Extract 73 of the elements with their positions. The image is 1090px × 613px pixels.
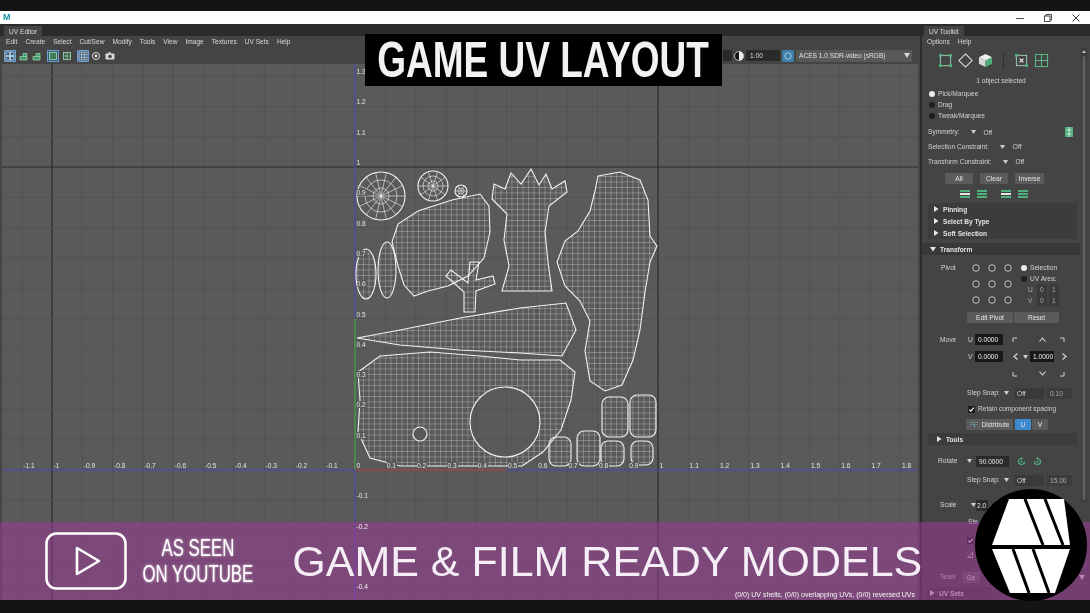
expand-arrow-icon[interactable] — [930, 246, 936, 252]
chevron-down-icon[interactable] — [1038, 371, 1046, 376]
expand-arrow-icon[interactable] — [933, 218, 939, 224]
uv-shell — [355, 248, 377, 300]
diamond-icon[interactable] — [958, 53, 973, 68]
caret-icon[interactable] — [1022, 354, 1028, 359]
stacked-bars-icon[interactable] — [977, 190, 987, 198]
rotate-icon[interactable] — [1033, 456, 1042, 466]
stacked-bars-icon[interactable] — [1018, 190, 1028, 198]
checkbox[interactable] — [967, 536, 974, 544]
grid-icon[interactable] — [76, 49, 89, 62]
youtube-caption: AS SEEN ON YOUTUBE — [141, 533, 255, 589]
grid-squares-icon[interactable] — [4, 49, 16, 62]
pivot-point[interactable] — [1004, 296, 1012, 304]
banner-headline: GAME & FILM READY MODELS — [292, 539, 923, 583]
checkbox[interactable] — [968, 405, 975, 413]
pivot-point[interactable] — [988, 264, 996, 272]
grid-icon[interactable] — [1034, 53, 1049, 68]
caret-icon[interactable] — [971, 503, 976, 507]
corner-icon[interactable] — [1059, 370, 1065, 377]
contrast-icon[interactable] — [734, 50, 744, 61]
caret-icon[interactable] — [1002, 159, 1008, 164]
dashed-lines-icon — [969, 421, 979, 427]
radio-button[interactable] — [929, 91, 935, 97]
caret-icon[interactable] — [1004, 391, 1009, 395]
chevron-up-icon[interactable] — [1038, 337, 1046, 342]
pivot-point[interactable] — [1004, 264, 1012, 272]
pivot-point[interactable] — [1004, 280, 1012, 288]
marquee-square-icon[interactable] — [938, 53, 953, 68]
cube-icon[interactable] — [978, 53, 993, 68]
stacked-bars-icon[interactable] — [960, 190, 970, 198]
expand-arrow-icon[interactable] — [933, 206, 939, 212]
chevron-left-icon[interactable] — [1012, 353, 1018, 360]
radio-button[interactable] — [1021, 264, 1027, 271]
camera-icon[interactable] — [103, 49, 116, 62]
close-icon[interactable] — [1072, 13, 1080, 22]
caret-icon[interactable] — [999, 144, 1005, 149]
corner-icon[interactable] — [1059, 336, 1065, 343]
ring-icon[interactable] — [782, 49, 794, 62]
radio-button[interactable] — [929, 112, 935, 119]
uv-shell — [630, 440, 654, 466]
title-banner: GAME UV LAYOUT — [365, 34, 722, 86]
pivot-point[interactable] — [972, 264, 980, 272]
target-icon[interactable] — [90, 49, 102, 62]
restore-icon[interactable] — [1044, 13, 1052, 22]
stacked-bars-icon[interactable] — [1001, 190, 1011, 198]
expand-arrow-icon[interactable] — [936, 436, 942, 442]
uv-shell — [600, 440, 625, 467]
caret-icon[interactable] — [967, 459, 972, 463]
dotted-square-icon[interactable] — [1014, 53, 1029, 68]
caret-icon[interactable] — [970, 130, 976, 134]
corner-icon[interactable] — [1012, 336, 1018, 343]
pivot-point[interactable] — [988, 296, 996, 304]
radio-button[interactable] — [1021, 275, 1027, 282]
chevron-right-icon[interactable] — [1062, 353, 1067, 360]
caret-icon[interactable] — [1079, 574, 1085, 580]
caret-icon[interactable] — [904, 53, 910, 58]
pivot-point[interactable] — [972, 280, 980, 288]
split-square-icon[interactable] — [60, 49, 73, 62]
rotate-icon[interactable] — [1017, 456, 1026, 466]
uv-shell — [629, 394, 657, 438]
corner-icon[interactable] — [1012, 370, 1018, 377]
caret-icon[interactable] — [1004, 478, 1009, 482]
radio-button[interactable] — [929, 102, 935, 108]
input-field[interactable] — [723, 50, 732, 61]
pivot-point[interactable] — [988, 280, 996, 288]
play-icon[interactable] — [45, 532, 127, 590]
pivot-point[interactable] — [972, 296, 980, 304]
square-icon[interactable] — [47, 49, 59, 62]
scrollbar[interactable] — [1081, 48, 1087, 502]
uv-shell — [601, 396, 629, 438]
app-logo: M — [3, 13, 11, 22]
expand-arrow-icon[interactable] — [933, 230, 939, 236]
